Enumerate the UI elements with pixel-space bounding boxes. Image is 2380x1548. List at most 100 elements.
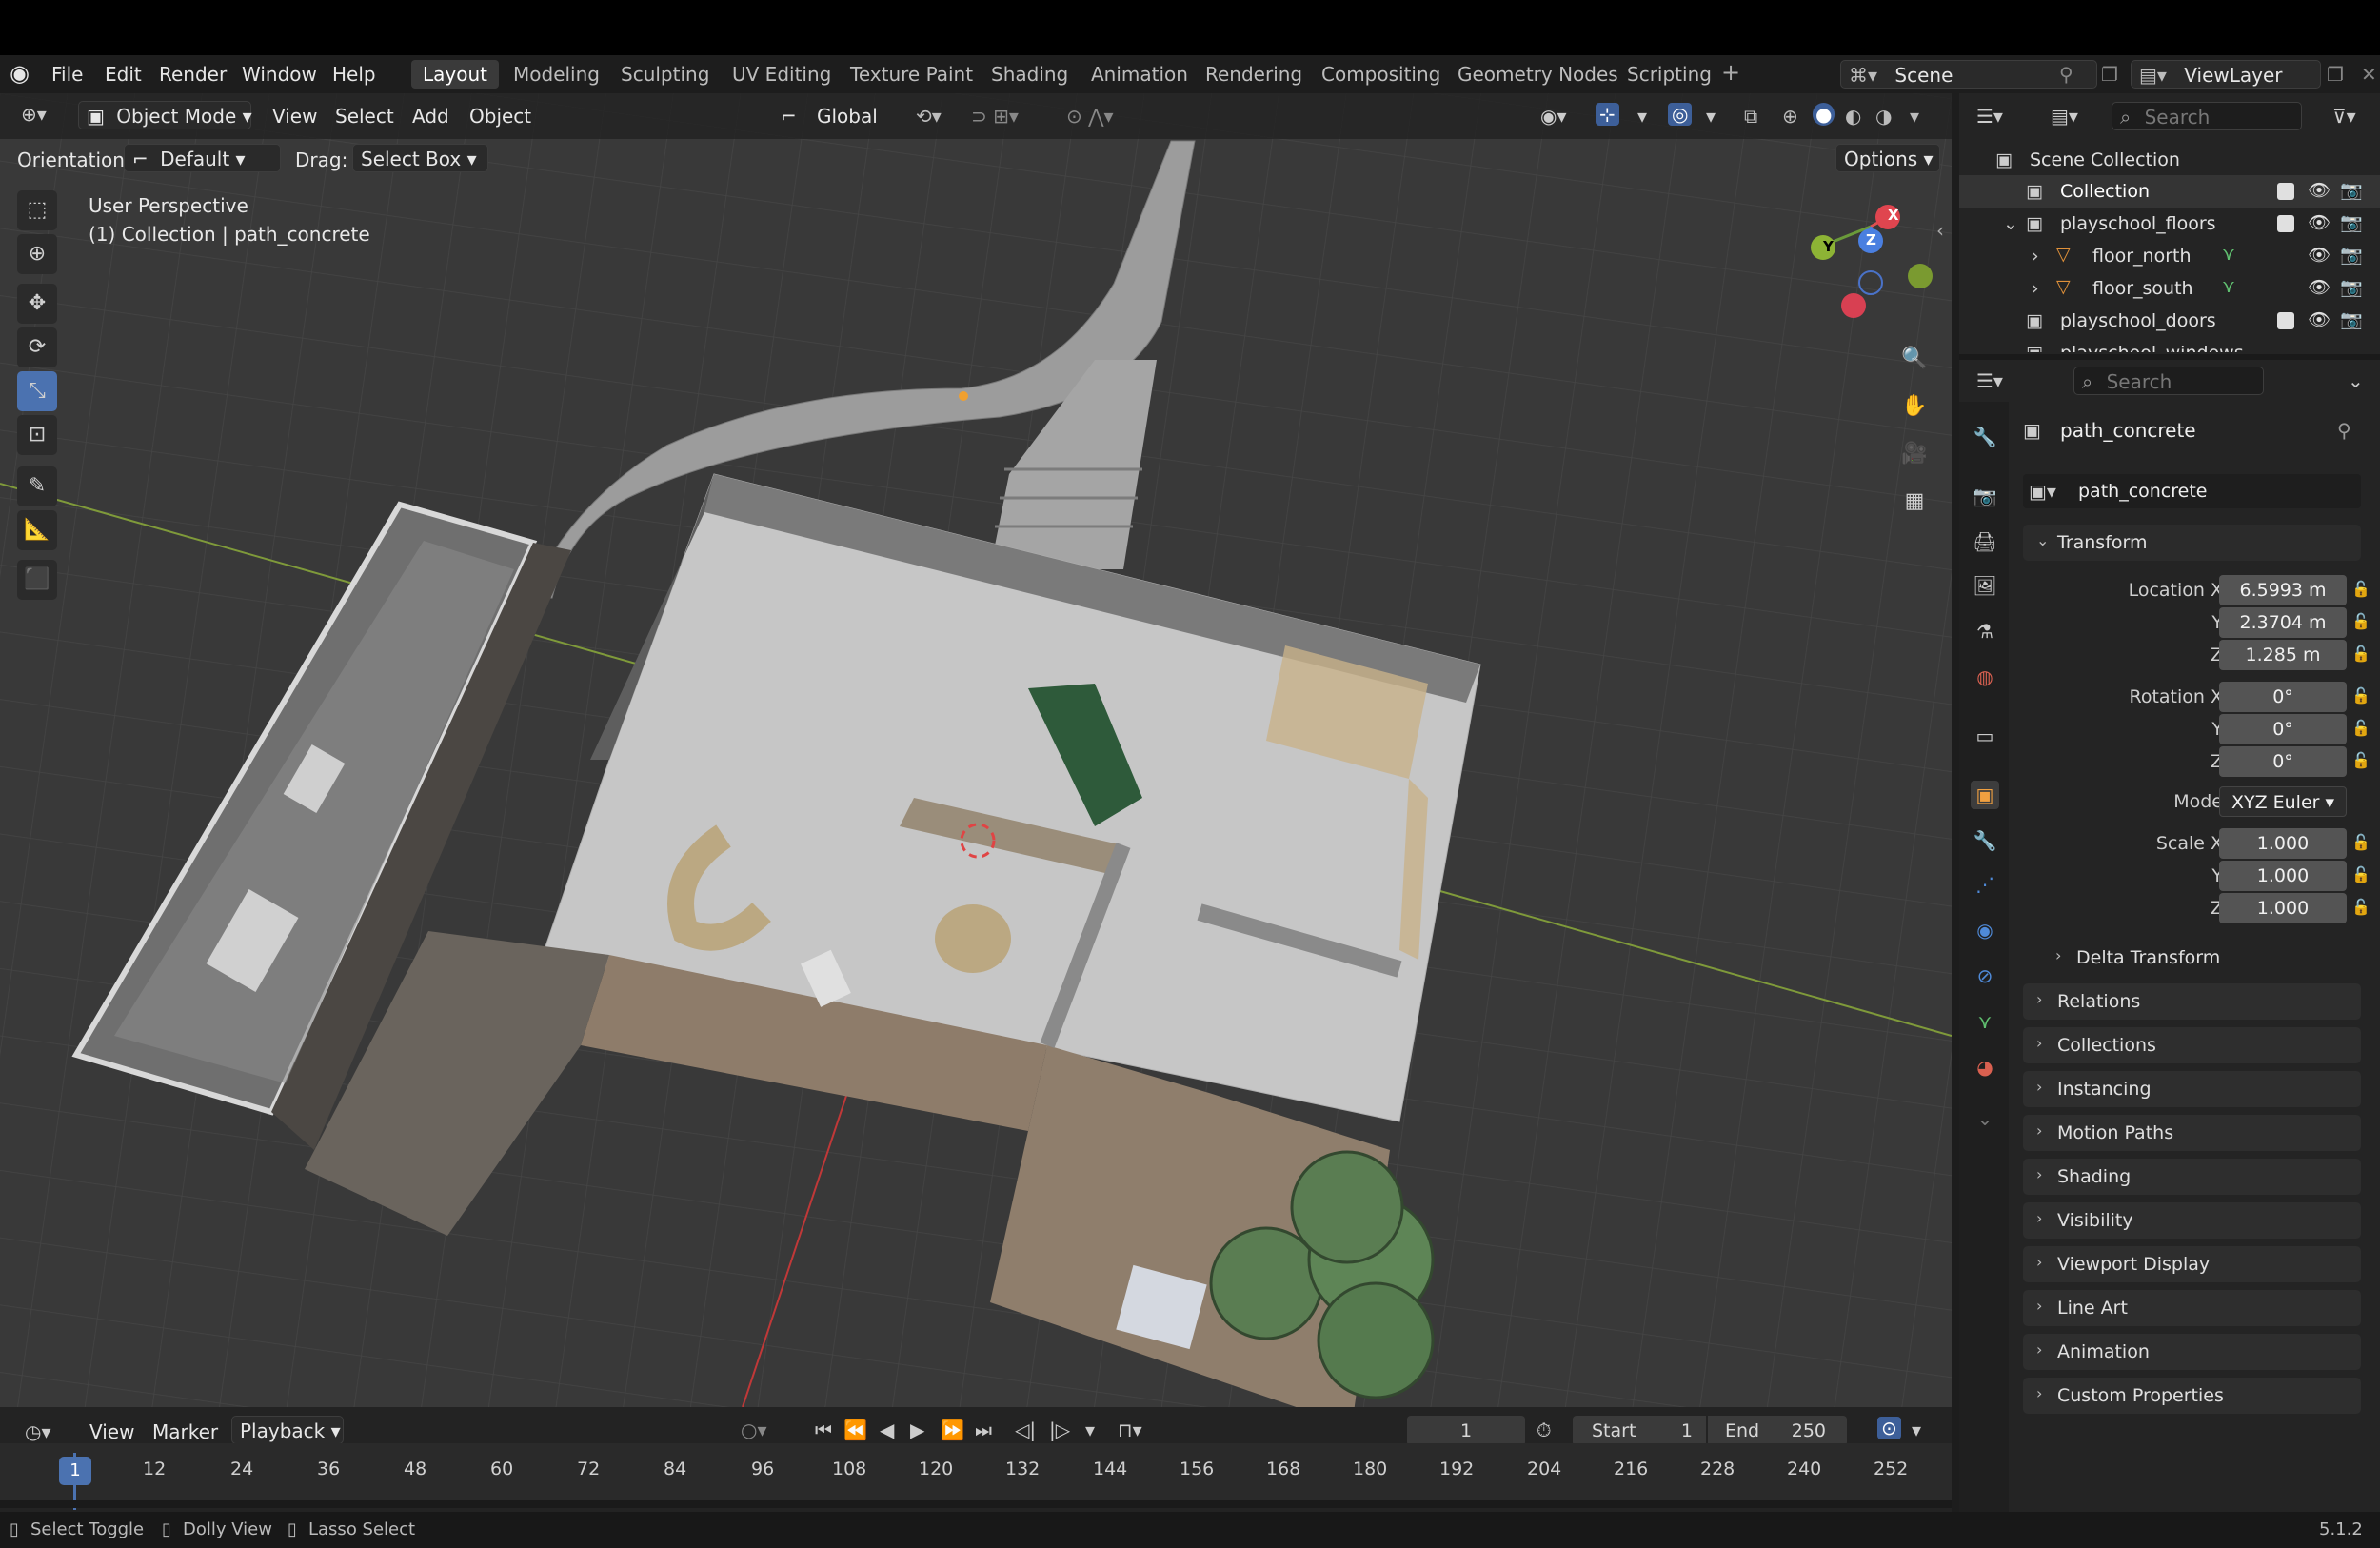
add-cube-tool-icon[interactable]: ⬛ xyxy=(17,560,57,600)
tool-tab-icon[interactable]: 🔧 xyxy=(1971,423,1999,451)
transform-orientation-icon[interactable]: ⌐ xyxy=(781,105,797,128)
object-tab-icon[interactable]: ▣ xyxy=(1971,781,1999,809)
outliner-floor-north[interactable]: › ▽ floor_north ⋎ 👁 📷 xyxy=(1959,240,2380,272)
pin-icon[interactable]: ⚲ xyxy=(2059,63,2073,86)
modifier-tab-icon[interactable]: 🔧 xyxy=(1971,826,1999,855)
blender-logo-icon[interactable]: ◉ xyxy=(10,60,30,87)
custom-properties-panel[interactable]: › Custom Properties xyxy=(2023,1378,2361,1414)
eye-icon[interactable]: 👁 xyxy=(2308,244,2330,266)
transform-panel-header[interactable]: ⌄ Transform xyxy=(2023,525,2361,561)
exclude-checkbox[interactable] xyxy=(2277,215,2294,232)
mesh-data-icon[interactable]: ⋎ xyxy=(2222,276,2235,297)
eye-icon[interactable]: 👁 xyxy=(2308,211,2330,233)
display-mode-icon[interactable]: ▤▾ xyxy=(2051,105,2078,128)
render-tab-icon[interactable]: 📷 xyxy=(1971,482,1999,510)
scale-x-field[interactable]: 1.000 xyxy=(2219,828,2347,859)
animation-panel[interactable]: › Animation xyxy=(2023,1334,2361,1370)
jump-start-icon[interactable]: ⏮ xyxy=(815,1419,832,1441)
pivot-icon[interactable]: ⟲▾ xyxy=(916,105,942,128)
lock-icon[interactable]: 🔓 xyxy=(2351,751,2370,769)
snap-playhead-icon[interactable]: ⊓▾ xyxy=(1118,1419,1142,1441)
editor-type-icon[interactable]: ⊕▾ xyxy=(21,103,47,126)
jump-keyframe-forward-icon[interactable]: ⏩ xyxy=(941,1419,964,1441)
tab-uv-editing[interactable]: UV Editing xyxy=(721,60,843,89)
overlay-dropdown-icon[interactable]: ▾ xyxy=(1706,105,1716,128)
play-icon[interactable]: ▶ xyxy=(910,1419,924,1441)
data-tab-icon[interactable]: ⋎ xyxy=(1971,1007,1999,1036)
chevron-down-icon[interactable]: ⌄ xyxy=(2003,343,2018,352)
material-shading-icon[interactable]: ◐ xyxy=(1845,105,1861,128)
next-keyframe-icon[interactable]: |▷ xyxy=(1049,1419,1070,1441)
keying-dropdown-icon[interactable]: ▾ xyxy=(1085,1419,1095,1441)
eye-icon[interactable]: 👁 xyxy=(2308,276,2330,298)
zoom-icon[interactable]: 🔍 xyxy=(1894,339,1934,379)
select-box-tool-icon[interactable]: ⬚ xyxy=(17,190,57,230)
filter-icon[interactable]: ⊽▾ xyxy=(2332,105,2356,128)
location-y-field[interactable]: 2.3704 m xyxy=(2219,607,2347,638)
annotate-tool-icon[interactable]: ✎ xyxy=(17,466,57,506)
tab-layout[interactable]: Layout xyxy=(411,60,499,89)
tab-animation[interactable]: Animation xyxy=(1080,60,1200,89)
drag-dropdown[interactable]: Select Box ▾ xyxy=(352,144,488,172)
line-art-panel[interactable]: › Line Art xyxy=(2023,1290,2361,1326)
3d-viewport[interactable] xyxy=(0,93,1952,1407)
jump-end-icon[interactable]: ⏭ xyxy=(975,1419,992,1441)
tab-scripting[interactable]: Scripting xyxy=(1616,60,1723,89)
mesh-data-icon[interactable]: ⋎ xyxy=(2222,244,2235,265)
lock-icon[interactable]: 🔓 xyxy=(2351,686,2370,705)
camera-render-icon[interactable]: 📷 xyxy=(2340,211,2363,233)
tab-geometry-nodes[interactable]: Geometry Nodes xyxy=(1446,60,1630,89)
timeline-scrollbar[interactable] xyxy=(0,1500,1952,1508)
orientation-dropdown[interactable]: ⌐ Default ▾ xyxy=(124,144,281,172)
xray-icon[interactable]: ⧉ xyxy=(1744,105,1757,128)
view-layer-selector[interactable]: ▤▾ ViewLayer xyxy=(2131,60,2321,89)
view-layer-tab-icon[interactable]: 🖼 xyxy=(1971,571,1999,600)
camera-view-icon[interactable]: 🎥 xyxy=(1894,434,1934,474)
copy-view-layer-icon[interactable]: ❐ xyxy=(2327,63,2344,86)
camera-render-icon[interactable]: 📷 xyxy=(2340,276,2363,298)
gizmo-dropdown-icon[interactable]: ▾ xyxy=(1637,105,1647,128)
properties-editor-icon[interactable]: ☰▾ xyxy=(1976,369,2003,392)
play-reverse-icon[interactable]: ◀ xyxy=(880,1419,894,1441)
scale-y-field[interactable]: 1.000 xyxy=(2219,861,2347,891)
delta-transform-subpanel[interactable]: › Delta Transform xyxy=(2042,940,2361,976)
timeline-menu-view[interactable]: View xyxy=(89,1420,134,1443)
output-tab-icon[interactable]: 🖨 xyxy=(1971,527,1999,556)
playback-dropdown[interactable]: Playback ▾ xyxy=(231,1416,344,1444)
rotation-y-field[interactable]: 0° xyxy=(2219,714,2347,744)
auto-keying-icon[interactable]: ○▾ xyxy=(741,1419,767,1441)
relations-panel[interactable]: › Relations xyxy=(2023,983,2361,1020)
menu-help[interactable]: Help xyxy=(332,63,376,86)
outliner-floor-south[interactable]: › ▽ floor_south ⋎ 👁 📷 xyxy=(1959,272,2380,305)
current-frame-field[interactable]: 1 xyxy=(1407,1416,1525,1446)
camera-render-icon[interactable]: 📷 xyxy=(2340,244,2363,266)
solid-shading-icon[interactable]: ● xyxy=(1813,103,1835,126)
prev-keyframe-icon[interactable]: ◁| xyxy=(1015,1419,1036,1441)
cursor-tool-icon[interactable]: ⊕ xyxy=(17,234,57,274)
shading-panel[interactable]: › Shading xyxy=(2023,1159,2361,1195)
timeline-ruler[interactable] xyxy=(0,1443,1952,1500)
tab-modeling[interactable]: Modeling xyxy=(502,60,611,89)
rotation-mode-dropdown[interactable]: XYZ Euler ▾ xyxy=(2219,786,2347,817)
lock-icon[interactable]: 🔓 xyxy=(2351,865,2370,883)
visibility-panel[interactable]: › Visibility xyxy=(2023,1202,2361,1239)
timeline-menu-marker[interactable]: Marker xyxy=(152,1420,218,1443)
particles-tab-icon[interactable]: ⋰ xyxy=(1971,870,1999,899)
menu-edit[interactable]: Edit xyxy=(105,63,142,86)
move-tool-icon[interactable]: ✥ xyxy=(17,284,57,324)
outliner-editor-icon[interactable]: ☰▾ xyxy=(1976,105,2003,128)
menu-file[interactable]: File xyxy=(51,63,83,86)
exclude-checkbox[interactable] xyxy=(2277,183,2294,200)
instancing-panel[interactable]: › Instancing xyxy=(2023,1071,2361,1107)
playhead-frame[interactable]: 1 xyxy=(59,1457,91,1485)
options-dropdown[interactable]: Options ▾ xyxy=(1835,144,1940,172)
menu-object[interactable]: Object xyxy=(469,105,531,128)
camera-render-icon[interactable]: 📷 xyxy=(2340,308,2363,330)
rotation-x-field[interactable]: 0° xyxy=(2219,682,2347,712)
lock-icon[interactable]: 🔓 xyxy=(2351,612,2370,630)
scene-tab-icon[interactable]: ⚗ xyxy=(1971,617,1999,645)
chevron-down-icon[interactable]: ⌄ xyxy=(2003,213,2018,234)
chevron-right-icon[interactable]: › xyxy=(2032,278,2039,299)
stopwatch-icon[interactable]: ⏱ xyxy=(1537,1419,1552,1441)
tab-sculpting[interactable]: Sculpting xyxy=(609,60,721,89)
